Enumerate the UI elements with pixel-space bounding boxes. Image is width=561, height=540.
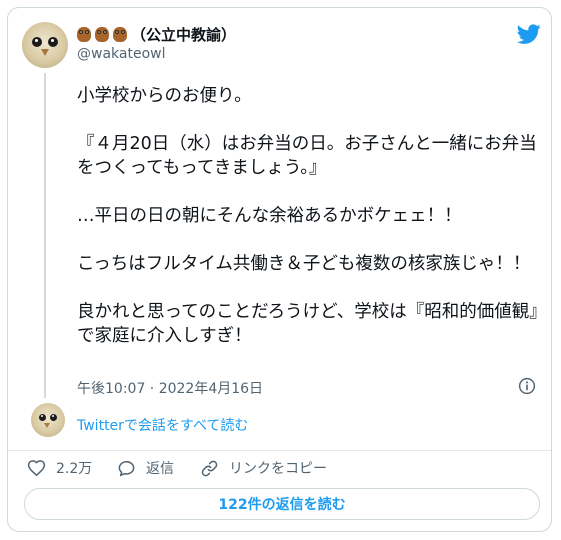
tweet-text: 小学校からのお便り。 『４月20日（水）はお弁当の日。お子さんと一緒にお弁当をつ… — [77, 86, 547, 346]
reply-icon — [118, 460, 135, 476]
divider — [8, 450, 551, 451]
owl-emoji-icon — [95, 27, 109, 42]
thread-line — [44, 73, 46, 398]
like-button[interactable]: 2.2万 — [27, 458, 92, 478]
heart-icon — [27, 459, 46, 476]
owl-emoji-icon — [113, 27, 127, 42]
copy-link-button[interactable]: リンクをコピー — [200, 458, 327, 478]
copy-link-label: リンクをコピー — [229, 461, 327, 477]
thread-avatar[interactable] — [31, 403, 65, 437]
twitter-bird-icon[interactable] — [517, 22, 541, 46]
link-icon — [201, 460, 218, 476]
author-display-name[interactable]: （公立中教諭） — [131, 24, 236, 45]
reply-button[interactable]: 返信 — [117, 458, 174, 478]
author-avatar[interactable] — [22, 22, 68, 68]
like-count: 2.2万 — [56, 461, 93, 477]
author-handle[interactable]: @wakateowl — [77, 46, 165, 62]
owl-emoji-icon — [77, 27, 91, 42]
info-icon[interactable] — [518, 377, 536, 395]
tweet-timestamp[interactable]: 午後10:07 · 2022年4月16日 — [77, 378, 263, 398]
read-replies-button[interactable]: 122件の返信を読む — [24, 488, 540, 520]
read-conversation-link[interactable]: Twitterで会話をすべて読む — [77, 415, 248, 435]
author-name-row[interactable]: （公立中教諭） — [77, 24, 236, 45]
reply-label: 返信 — [146, 461, 174, 477]
